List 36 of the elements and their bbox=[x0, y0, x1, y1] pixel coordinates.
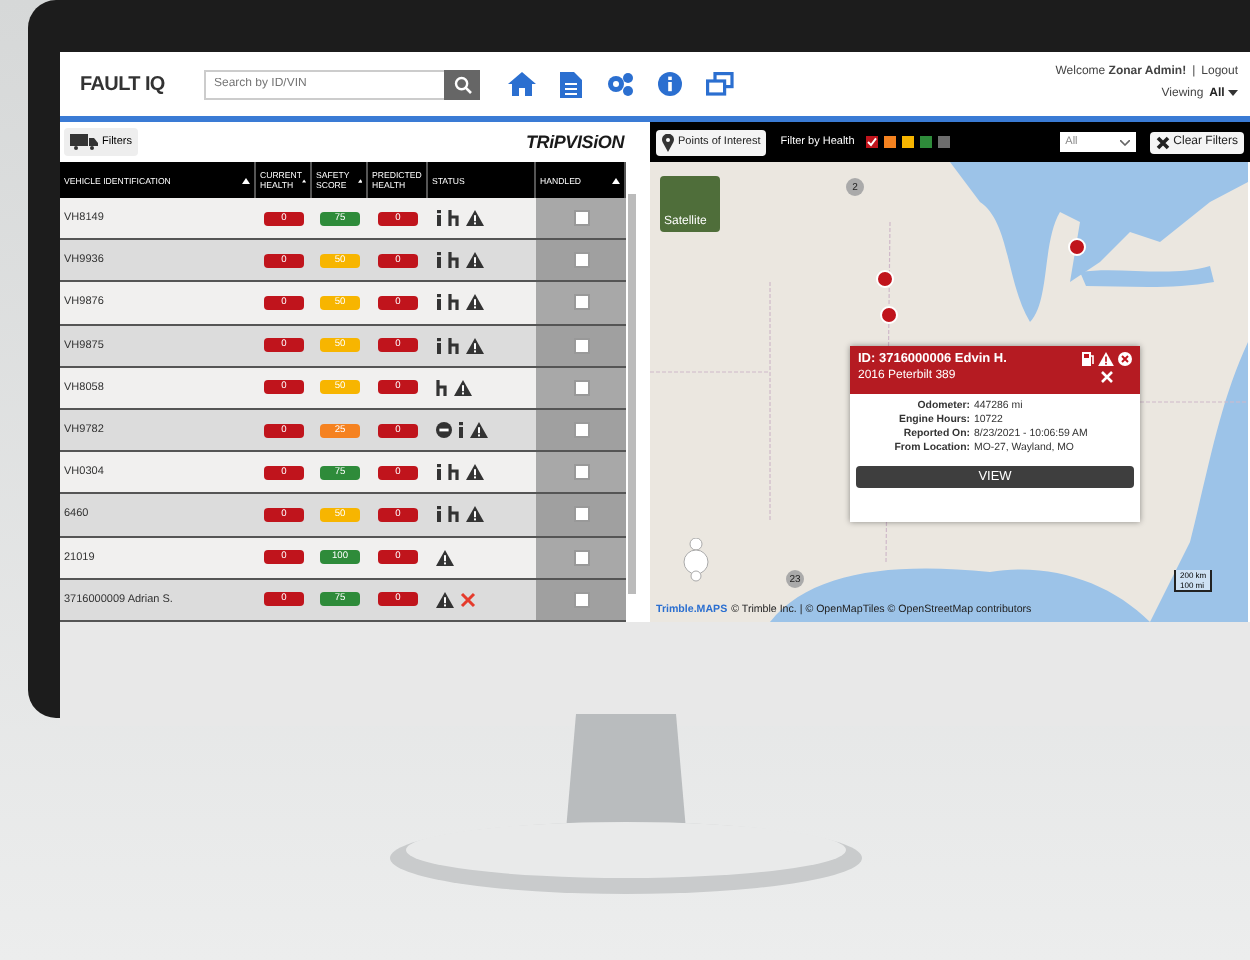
handled-checkbox[interactable] bbox=[573, 549, 589, 566]
health-filter-checkbox[interactable] bbox=[920, 136, 933, 148]
document-icon[interactable] bbox=[560, 71, 582, 97]
handled-checkbox[interactable] bbox=[573, 252, 589, 269]
caret-icon bbox=[1228, 90, 1238, 96]
handled-checkbox[interactable] bbox=[573, 294, 589, 311]
sort-icon bbox=[301, 177, 306, 183]
close-icon[interactable] bbox=[1118, 352, 1132, 366]
handled-checkbox[interactable] bbox=[573, 506, 589, 523]
sort-icon bbox=[612, 177, 620, 183]
info-icon[interactable] bbox=[658, 72, 682, 96]
search-button[interactable] bbox=[444, 69, 480, 99]
handled-checkbox[interactable] bbox=[573, 337, 589, 354]
handled-checkbox[interactable] bbox=[573, 464, 589, 481]
handled-checkbox[interactable] bbox=[573, 422, 589, 439]
handled-checkbox[interactable] bbox=[573, 591, 589, 608]
tripvision-logo: TRiPVISiON bbox=[525, 132, 624, 152]
home-icon[interactable] bbox=[508, 72, 536, 96]
windows-icon[interactable] bbox=[706, 72, 734, 96]
sort-icon bbox=[242, 177, 250, 183]
crossed-tools-icon bbox=[1100, 370, 1114, 384]
health-filter-checkbox[interactable] bbox=[884, 136, 897, 148]
fault-iq-logo: FAULT IQ bbox=[80, 73, 167, 95]
warning-icon bbox=[1098, 352, 1114, 366]
fuel-pump-icon bbox=[1082, 352, 1094, 366]
health-filter-checkbox[interactable] bbox=[866, 136, 879, 148]
handled-checkbox[interactable] bbox=[573, 210, 589, 227]
chevron-down-icon bbox=[1119, 139, 1130, 145]
map-pin-icon bbox=[662, 133, 674, 151]
handled-checkbox[interactable] bbox=[573, 379, 589, 396]
sort-icon bbox=[357, 177, 362, 183]
health-filter-checkbox[interactable] bbox=[902, 136, 915, 148]
search-icon bbox=[453, 75, 471, 93]
health-filter-checkbox[interactable] bbox=[938, 136, 951, 148]
close-icon bbox=[1155, 135, 1170, 149]
truck-icon bbox=[70, 134, 98, 150]
